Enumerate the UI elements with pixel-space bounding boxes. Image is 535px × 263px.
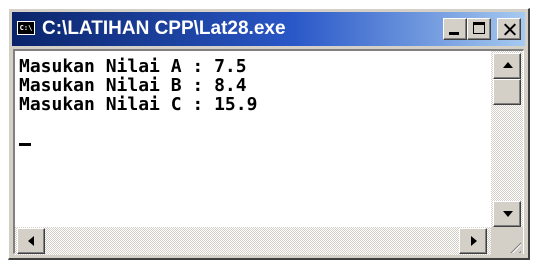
text-cursor [19,143,31,146]
scroll-up-button[interactable] [493,53,521,79]
vertical-scroll-thumb[interactable] [493,79,521,105]
title-bar[interactable]: C:\ C:\LATIHAN CPP\Lat28.exe [12,12,525,46]
maximize-icon [473,22,485,34]
close-icon [498,19,520,39]
minimize-button[interactable] [443,18,467,40]
console-client-area: Masukan Nilai A : 7.5 Masukan Nilai B : … [13,49,524,255]
resize-grip[interactable] [491,227,523,255]
arrow-down-icon [503,211,513,217]
arrow-left-icon [28,236,34,246]
console-output[interactable]: Masukan Nilai A : 7.5 Masukan Nilai B : … [15,51,491,227]
minimize-icon [449,32,459,35]
console-line-1: Masukan Nilai A : 7.5 [19,56,247,77]
resize-grip-icon [505,237,521,253]
console-icon[interactable]: C:\ [17,21,35,35]
scroll-down-button[interactable] [493,201,521,227]
arrow-up-icon [503,62,513,68]
scroll-right-button[interactable] [459,228,487,254]
maximize-button[interactable] [467,18,491,40]
scroll-left-button[interactable] [17,228,45,254]
horizontal-scrollbar[interactable] [15,227,491,255]
console-line-2: Masukan Nilai B : 8.4 [19,75,247,96]
console-line-3: Masukan Nilai C : 15.9 [19,94,258,115]
arrow-right-icon [471,236,477,246]
close-button[interactable] [497,18,521,40]
window-title: C:\LATIHAN CPP\Lat28.exe [42,18,286,39]
console-window: C:\ C:\LATIHAN CPP\Lat28.exe Masukan Nil… [8,8,530,260]
vertical-scrollbar[interactable] [491,51,523,227]
